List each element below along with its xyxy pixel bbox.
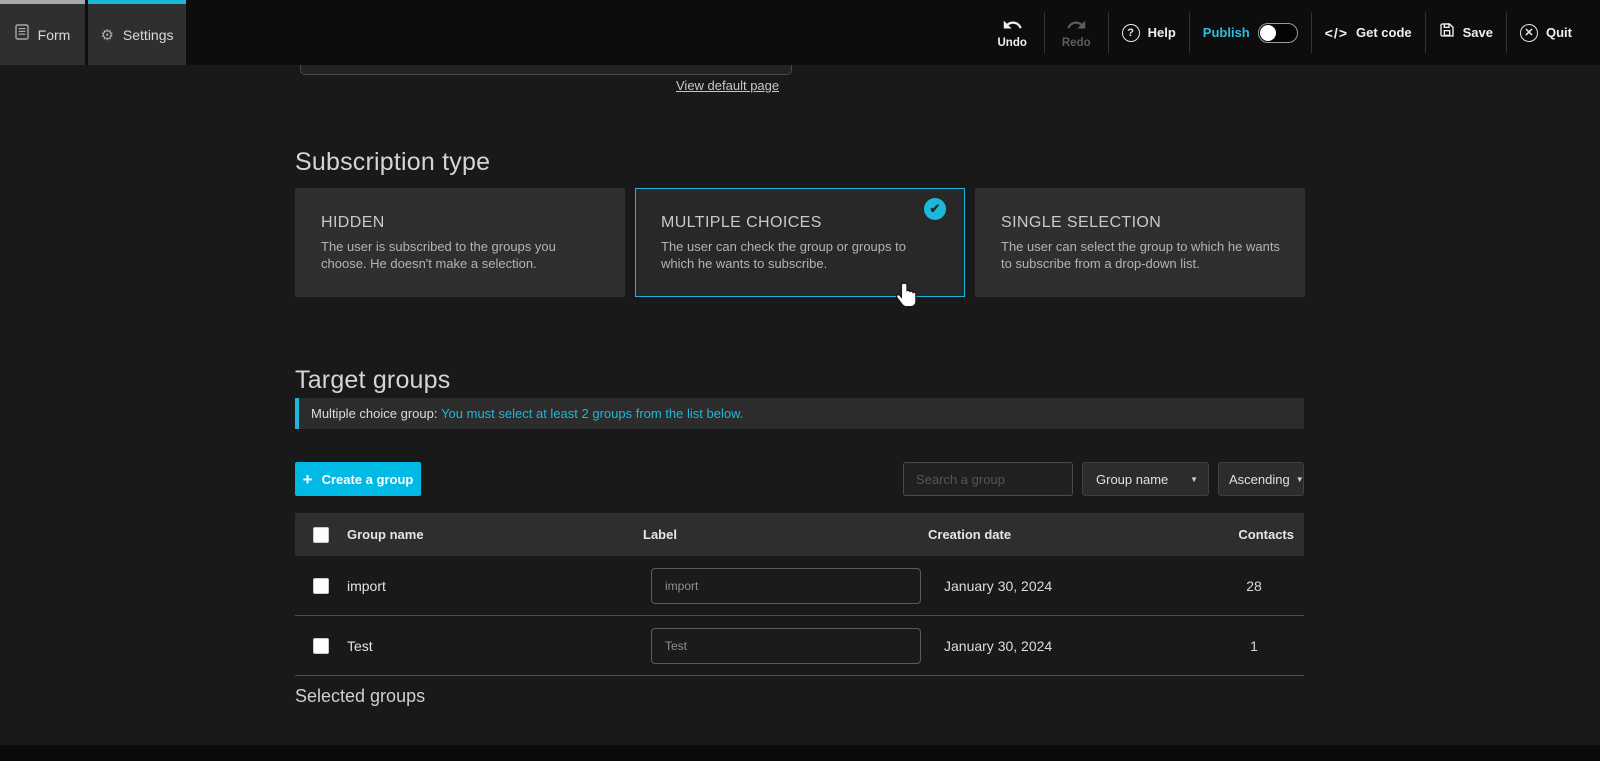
form-document-icon: [14, 24, 29, 45]
option-hidden[interactable]: HIDDEN The user is subscribed to the gro…: [295, 188, 625, 297]
multiple-choice-notice: Multiple choice group: You must select a…: [295, 398, 1304, 429]
option-description: The user is subscribed to the groups you…: [321, 239, 556, 271]
redo-label: Redo: [1061, 37, 1091, 49]
undo-icon: [1002, 16, 1023, 34]
toolbar-divider: [1188, 12, 1190, 53]
sort-field-dropdown[interactable]: Group name ▼: [1082, 462, 1209, 496]
view-default-page-link[interactable]: View default page: [676, 78, 779, 93]
help-button[interactable]: ? Help: [1121, 23, 1176, 42]
target-groups-title: Target groups: [295, 366, 451, 394]
save-label: Save: [1462, 25, 1493, 40]
table-row: import January 30, 2024 28: [295, 556, 1304, 616]
tab-settings[interactable]: ⚙ Settings: [88, 0, 186, 65]
create-group-label: Create a group: [321, 471, 414, 487]
cell-creation-date: January 30, 2024: [944, 577, 1053, 594]
select-all-checkbox[interactable]: [313, 526, 329, 543]
toolbar-divider: [1310, 12, 1312, 53]
sort-direction-value: Ascending: [1229, 471, 1290, 487]
save-icon: [1439, 22, 1455, 43]
undo-button[interactable]: Undo: [993, 16, 1030, 49]
toolbar-divider: [1424, 12, 1426, 53]
notice-message: You must select at least 2 groups from t…: [441, 406, 744, 421]
option-single-selection[interactable]: SINGLE SELECTION The user can select the…: [975, 188, 1305, 297]
option-title: SINGLE SELECTION: [1001, 214, 1162, 231]
header-group-name: Group name: [347, 527, 424, 542]
quit-label: Quit: [1546, 25, 1572, 40]
tab-settings-label: Settings: [122, 26, 174, 43]
cell-contacts: 28: [1246, 577, 1262, 594]
row-checkbox[interactable]: [313, 577, 329, 594]
groups-table: Group name Label Creation date Contacts …: [295, 513, 1304, 676]
save-button[interactable]: Save: [1439, 22, 1493, 43]
table-row: Test January 30, 2024 1: [295, 616, 1304, 676]
subscription-type-title: Subscription type: [295, 148, 491, 176]
toolbar-divider: [1506, 12, 1507, 53]
form-settings-screen: Form ⚙ Settings Undo Redo ? Help Publish…: [0, 0, 1600, 761]
option-title: MULTIPLE CHOICES: [661, 214, 822, 231]
redo-icon: [1066, 16, 1087, 34]
subscription-options: HIDDEN The user is subscribed to the gro…: [295, 188, 1305, 297]
help-icon: ?: [1121, 23, 1140, 42]
toolbar-divider: [1107, 12, 1109, 53]
sort-field-value: Group name: [1096, 471, 1169, 487]
tab-form[interactable]: Form: [0, 0, 85, 65]
create-group-button[interactable]: + Create a group: [295, 462, 421, 496]
notice-prefix: Multiple choice group:: [311, 406, 442, 421]
option-multiple-choices[interactable]: ✔ MULTIPLE CHOICES The user can check th…: [635, 188, 965, 297]
gear-icon: ⚙: [100, 26, 114, 44]
cell-creation-date: January 30, 2024: [944, 637, 1053, 654]
quit-icon: ✕: [1520, 23, 1538, 42]
selected-groups-title: Selected groups: [295, 686, 426, 706]
undo-label: Undo: [997, 37, 1027, 49]
publish-toggle[interactable]: [1257, 22, 1298, 43]
tab-form-label: Form: [37, 26, 71, 43]
search-group-input[interactable]: [903, 462, 1073, 496]
scrolled-field-remnant: [300, 65, 792, 75]
toolbar-divider: [1043, 12, 1045, 53]
header-creation-date: Creation date: [928, 527, 1012, 542]
option-description: The user can check the group or groups t…: [661, 239, 906, 271]
get-code-button[interactable]: </> Get code: [1325, 25, 1412, 41]
label-input[interactable]: [651, 567, 921, 604]
selected-check-icon: ✔: [924, 198, 946, 220]
chevron-down-icon: ▼: [1295, 474, 1304, 484]
label-input[interactable]: [651, 627, 921, 664]
help-label: Help: [1147, 25, 1176, 40]
toolbar: Undo Redo ? Help Publish </> Get code Sa…: [993, 0, 1572, 65]
row-checkbox[interactable]: [313, 637, 329, 654]
topbar: Form ⚙ Settings Undo Redo ? Help Publish…: [0, 0, 1600, 65]
cell-group-name: import: [347, 577, 386, 594]
table-header: Group name Label Creation date Contacts: [295, 513, 1304, 556]
cell-group-name: Test: [347, 637, 373, 654]
redo-button[interactable]: Redo: [1058, 16, 1095, 49]
publish-control: Publish: [1202, 22, 1298, 43]
plus-icon: +: [302, 469, 313, 489]
code-icon: </>: [1324, 24, 1348, 41]
header-label: Label: [643, 527, 677, 542]
bottom-strip: [0, 745, 1600, 761]
toggle-knob: [1259, 24, 1276, 41]
get-code-label: Get code: [1356, 25, 1412, 40]
header-contacts: Contacts: [1238, 527, 1294, 542]
sort-direction-dropdown[interactable]: Ascending ▼: [1218, 462, 1304, 496]
option-title: HIDDEN: [321, 214, 385, 231]
publish-label: Publish: [1202, 25, 1250, 40]
quit-button[interactable]: ✕ Quit: [1520, 23, 1572, 42]
cell-contacts: 1: [1250, 637, 1258, 654]
chevron-down-icon: ▼: [1190, 474, 1198, 484]
option-description: The user can select the group to which h…: [1001, 239, 1280, 271]
